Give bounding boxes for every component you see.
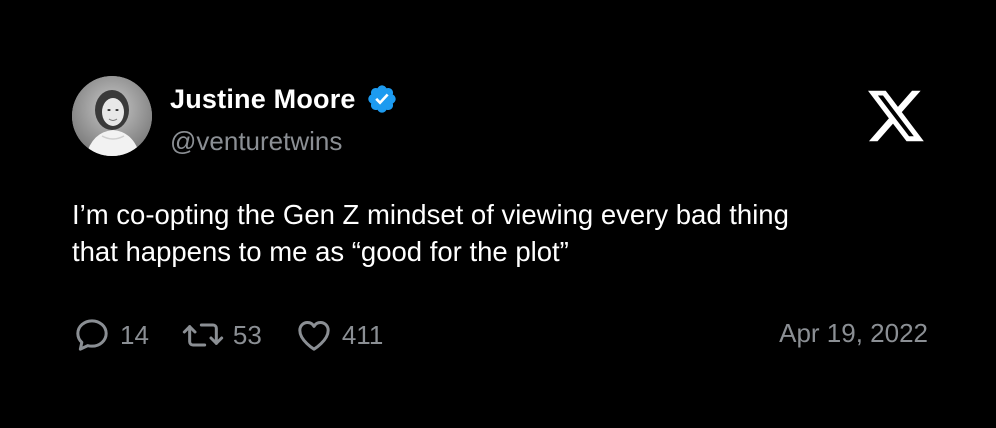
reply-count: 14 <box>120 319 149 350</box>
avatar[interactable] <box>72 76 152 156</box>
tweet-text-line-1: I’m co-opting the Gen Z mindset of viewi… <box>72 199 789 230</box>
tweet-text-line-2: that happens to me as “good for the plot… <box>72 236 569 267</box>
retweet-icon <box>182 323 224 347</box>
tweet-actions: 14 53 411 <box>72 314 415 356</box>
author-name-row: Justine Moore <box>170 82 398 116</box>
author-handle[interactable]: @venturetwins <box>170 126 342 157</box>
x-logo-icon[interactable] <box>868 90 924 142</box>
tweet-date[interactable]: Apr 19, 2022 <box>779 318 928 349</box>
verified-badge-icon <box>367 85 396 113</box>
display-name[interactable]: Justine Moore <box>170 84 356 115</box>
tweet-text: I’m co-opting the Gen Z mindset of viewi… <box>72 196 932 270</box>
reply-icon <box>76 319 108 351</box>
retweet-button[interactable]: 53 <box>181 315 262 355</box>
reply-button[interactable]: 14 <box>72 315 149 355</box>
profile-photo-icon <box>72 76 152 156</box>
heart-icon <box>298 321 330 351</box>
like-count: 411 <box>341 319 384 350</box>
retweet-count: 53 <box>232 319 262 350</box>
tweet-card: Justine Moore @venturetwins I’m co-optin… <box>0 0 996 428</box>
like-button[interactable]: 411 <box>294 315 383 355</box>
